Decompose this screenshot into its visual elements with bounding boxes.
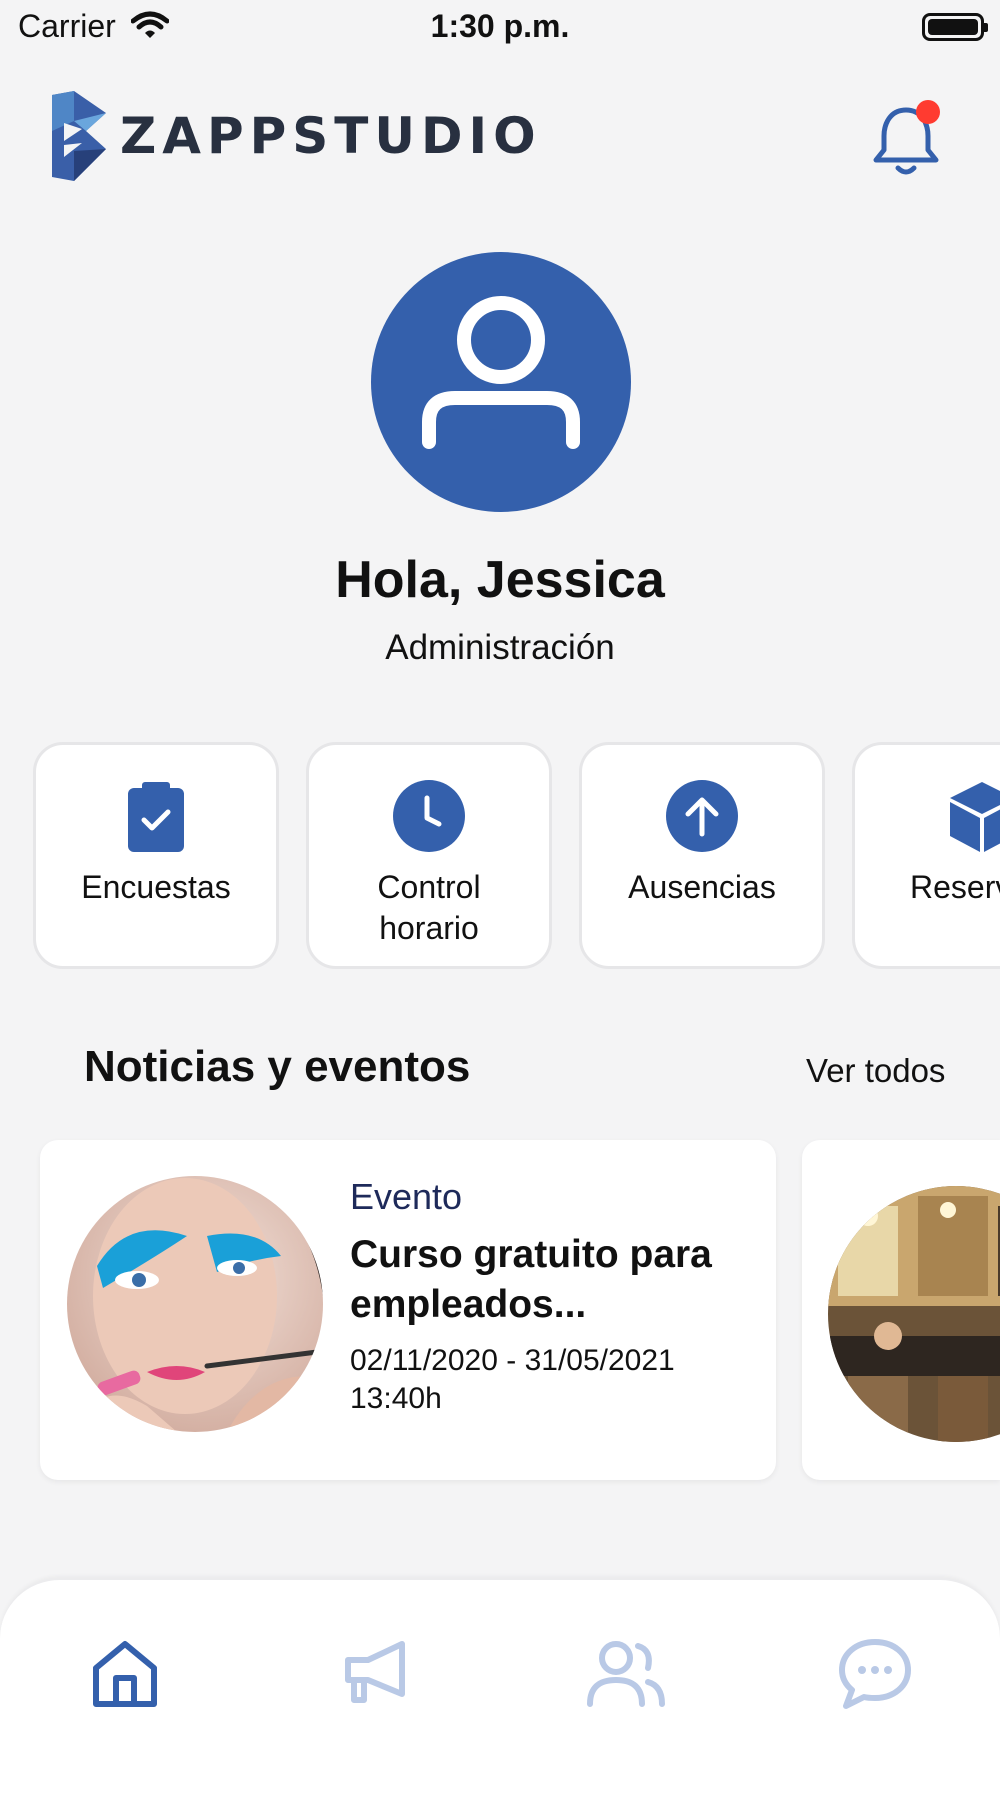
megaphone-icon [345,1641,405,1703]
home-icon [93,1641,157,1707]
nav-people[interactable] [582,1630,668,1716]
user-icon [422,296,580,449]
nav-announcements[interactable] [332,1630,418,1716]
news-title: Curso gratuito para empleados... [350,1233,712,1326]
news-card[interactable]: Evento Curso gratuito para empleados... … [40,1140,776,1480]
clock-icon [393,780,465,852]
news-date-range: 02/11/2020 - 31/05/2021 [350,1344,675,1377]
nav-chat[interactable] [832,1630,918,1716]
notification-badge [916,100,940,124]
news-image [67,1176,323,1432]
news-image [828,1186,1000,1442]
quick-action-ausencias[interactable]: Ausencias [579,742,825,969]
section-title: Noticias y eventos [84,1042,471,1091]
news-time: 13:40h [350,1382,442,1415]
avatar[interactable] [371,252,631,512]
nav-home[interactable] [82,1630,168,1716]
quick-action-label: Reservas [910,869,1000,905]
logo-wordmark: ZAPPSTUDIO [120,107,542,165]
quick-action-label: Encuestas [81,869,231,905]
cube-icon [950,782,1000,852]
news-type: Evento [350,1176,463,1217]
bottom-nav [0,1578,1000,1800]
chat-icon [839,1639,911,1709]
notifications-button[interactable] [866,98,946,178]
status-time: 1:30 p.m. [430,8,570,44]
quick-action-label: Control horario [377,869,481,946]
quick-action-control-horario[interactable]: Control horario [306,742,552,969]
quick-action-encuestas[interactable]: Encuestas [33,742,279,969]
arrow-up-circle-icon [666,780,738,852]
quick-action-reservas[interactable]: Reservas [852,742,1000,969]
bell-icon [873,100,940,175]
greeting: Hola, Jessica [335,551,665,609]
department-label: Administración [385,628,615,667]
battery-icon [922,13,988,41]
app-logo: ZAPPSTUDIO [52,88,542,184]
news-card-next[interactable] [802,1140,1000,1480]
see-all-link[interactable]: Ver todos [806,1052,945,1090]
users-icon [587,1641,665,1707]
logo-mark-icon [52,91,106,181]
clipboard-check-icon [128,782,184,852]
quick-action-label: Ausencias [628,869,776,905]
news-dates: 02/11/2020 - 31/05/2021 13:40h [350,1342,675,1418]
